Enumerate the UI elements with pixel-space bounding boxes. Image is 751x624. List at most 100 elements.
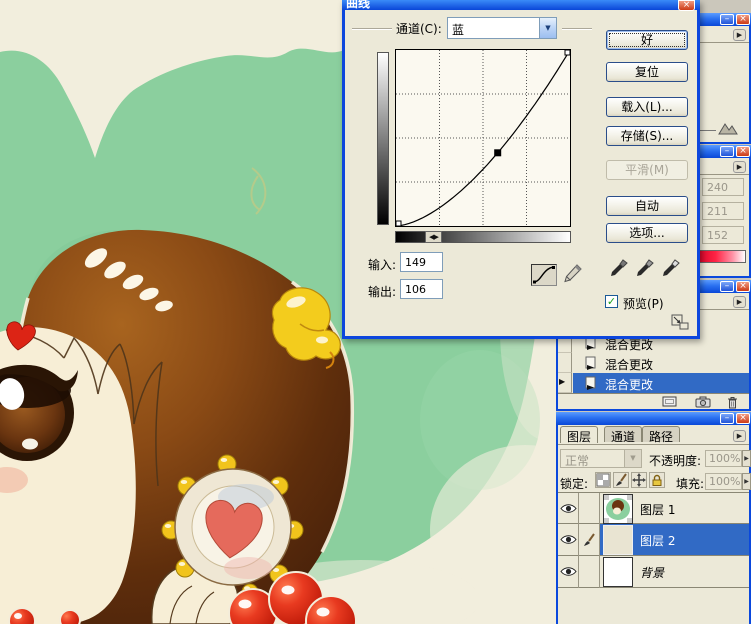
preview-checkbox[interactable]: ✓: [605, 295, 618, 308]
load-button[interactable]: 载入(L)...: [606, 97, 688, 117]
layer-name: 背景: [640, 566, 665, 580]
layer-thumbnail[interactable]: [603, 494, 633, 524]
horizontal-gradient-bar: [395, 231, 571, 243]
save-button[interactable]: 存储(S)...: [606, 126, 688, 146]
close-icon[interactable]: ×: [678, 0, 695, 11]
opacity-spinner-icon[interactable]: ▶: [742, 450, 751, 467]
opacity-label: 不透明度:: [649, 454, 702, 468]
fill-spinner-icon[interactable]: ▶: [742, 473, 751, 490]
history-item[interactable]: 混合更改: [558, 353, 749, 373]
blend-mode-select[interactable]: 正常 ▼: [560, 449, 642, 468]
layers-titlebar[interactable]: – ×: [556, 412, 751, 425]
minimize-icon[interactable]: –: [720, 413, 734, 424]
output-value-field[interactable]: [400, 279, 443, 299]
curve-endpoint-low[interactable]: [396, 220, 402, 226]
close-icon[interactable]: ×: [736, 413, 750, 424]
photoshop-workspace: – × ▶ – × ▶ 240 211 152 – × ▶ 混合更改 混合更改 …: [0, 0, 751, 624]
minimize-icon[interactable]: –: [720, 281, 734, 292]
dialog-titlebar[interactable]: 曲线: [342, 0, 700, 10]
black-point-eyedropper-icon[interactable]: [608, 256, 628, 279]
history-item-selected[interactable]: ▶ 混合更改: [558, 373, 749, 393]
tab-channels[interactable]: 通道: [604, 426, 643, 444]
history-source-checkbox[interactable]: [558, 353, 572, 373]
curve-tool-button[interactable]: [531, 264, 557, 286]
new-snapshot-camera-icon[interactable]: [695, 396, 712, 412]
layers-palette: – × 图层 通道 路径 ▶ 正常 ▼ 不透明度: 100% ▶ 锁定: 填充:: [556, 412, 751, 624]
blend-mode-value: 正常: [565, 454, 590, 468]
close-icon[interactable]: ×: [736, 14, 750, 25]
color-value-g[interactable]: 211: [702, 202, 744, 220]
ok-button[interactable]: 好: [606, 30, 688, 50]
visibility-cell[interactable]: [558, 524, 579, 556]
white-point-eyedropper-icon[interactable]: [660, 256, 680, 279]
minimize-icon[interactable]: –: [720, 146, 734, 157]
dialog-title: 曲线: [346, 0, 371, 10]
gradient-flip-arrows-icon[interactable]: ◀▶: [425, 231, 442, 243]
auto-button[interactable]: 自动: [606, 196, 688, 216]
history-toolbar: [558, 393, 749, 409]
palette-menu-icon[interactable]: ▶: [733, 430, 746, 442]
lock-image-brush-icon[interactable]: [613, 472, 629, 488]
layer-row-2-selected[interactable]: 图层 2: [558, 524, 749, 556]
history-state-icon: [584, 376, 598, 394]
color-value-b[interactable]: 152: [702, 226, 744, 244]
active-brush-icon[interactable]: [579, 524, 600, 556]
history-state-icon: [584, 356, 598, 374]
tab-paths[interactable]: 路径: [642, 426, 681, 444]
trash-icon[interactable]: [727, 396, 739, 413]
preview-label: 预览(P): [623, 297, 664, 311]
divider: [352, 28, 392, 30]
minimize-icon[interactable]: –: [720, 14, 734, 25]
visibility-cell[interactable]: [558, 556, 579, 588]
link-cell[interactable]: [579, 493, 600, 525]
vertical-gradient-bar: [377, 52, 389, 225]
layer-thumbnail[interactable]: [603, 525, 633, 555]
link-cell[interactable]: [579, 556, 600, 588]
zoom-in-mountain-icon[interactable]: [718, 121, 738, 139]
curve-endpoint-high[interactable]: [564, 50, 570, 56]
pencil-tool-button[interactable]: [561, 262, 583, 289]
fill-value[interactable]: 100%: [705, 473, 742, 490]
layer-thumbnail[interactable]: [603, 557, 633, 587]
channel-value: 蓝: [452, 23, 465, 37]
channel-select[interactable]: 蓝 ▼: [447, 17, 557, 39]
close-icon[interactable]: ×: [736, 146, 750, 157]
palette-menu-icon[interactable]: ▶: [733, 296, 746, 308]
layer-row-1[interactable]: 图层 1: [558, 492, 749, 525]
close-icon[interactable]: ×: [736, 281, 750, 292]
resize-grip-icon[interactable]: [670, 313, 690, 334]
color-value-r[interactable]: 240: [702, 178, 744, 196]
visibility-cell[interactable]: [558, 493, 579, 525]
layer-row-background[interactable]: 背景: [558, 556, 749, 588]
new-document-from-state-icon[interactable]: [662, 396, 678, 411]
fill-label: 填充:: [676, 477, 705, 491]
input-value-field[interactable]: [400, 252, 443, 272]
options-button[interactable]: 选项...: [606, 223, 688, 243]
lock-label: 锁定:: [560, 477, 589, 491]
lock-all-icon[interactable]: [649, 472, 665, 488]
gray-point-eyedropper-icon[interactable]: [634, 256, 654, 279]
lock-position-move-icon[interactable]: [631, 472, 647, 488]
layers-tabrow: 图层 通道 路径 ▶: [558, 425, 749, 445]
divider: [562, 28, 592, 30]
opacity-value[interactable]: 100%: [705, 450, 742, 467]
chevron-down-icon[interactable]: ▼: [539, 18, 556, 38]
history-pointer-icon: ▶: [559, 377, 566, 386]
curve-point[interactable]: [494, 149, 502, 157]
palette-menu-icon[interactable]: ▶: [733, 29, 746, 41]
input-label: 输入:: [368, 258, 397, 272]
history-item-label: 混合更改: [605, 358, 654, 372]
history-item-label: 混合更改: [605, 378, 654, 392]
smooth-button[interactable]: 平滑(M): [606, 160, 688, 180]
output-label: 输出:: [368, 285, 397, 299]
layer-name: 图层 2: [640, 534, 676, 548]
reset-button[interactable]: 复位: [606, 62, 688, 82]
tab-layers[interactable]: 图层: [560, 426, 599, 444]
curves-dialog: 曲线 × 通道(C): 蓝 ▼ ◀▶ 输入: 输出: [342, 0, 700, 339]
lock-transparency-icon[interactable]: [595, 472, 611, 488]
palette-menu-icon[interactable]: ▶: [733, 161, 746, 173]
channel-label: 通道(C):: [396, 22, 442, 36]
chevron-down-icon[interactable]: ▼: [624, 450, 641, 467]
layer-name: 图层 1: [640, 503, 676, 517]
curve-grid[interactable]: [395, 49, 571, 227]
